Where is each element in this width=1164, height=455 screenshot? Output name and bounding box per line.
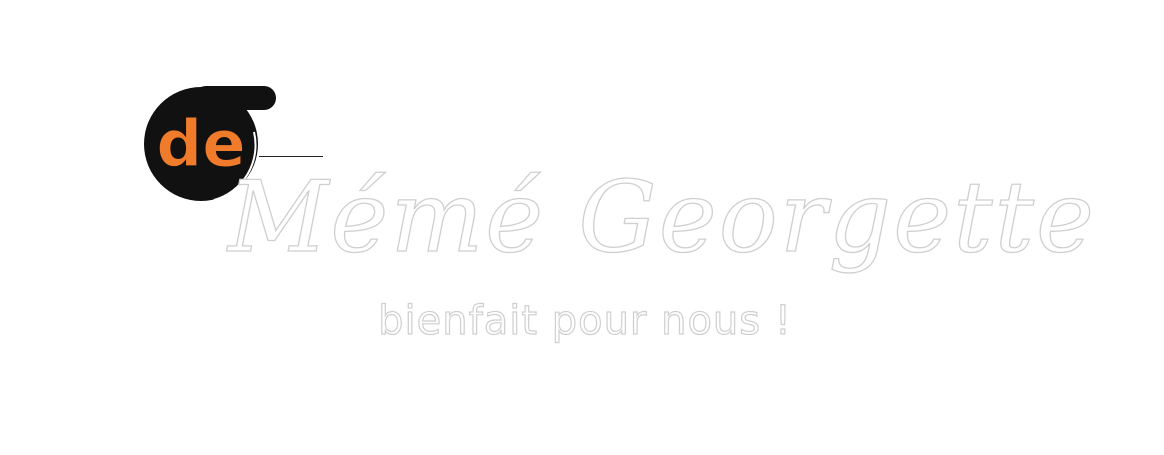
divider-line xyxy=(259,156,323,157)
logo-title: Mémé Georgette xyxy=(227,161,1097,275)
brand-logo: de Mémé Georgette bienfait pour nous ! xyxy=(0,0,1164,455)
logo-tagline: bienfait pour nous ! xyxy=(378,298,792,344)
